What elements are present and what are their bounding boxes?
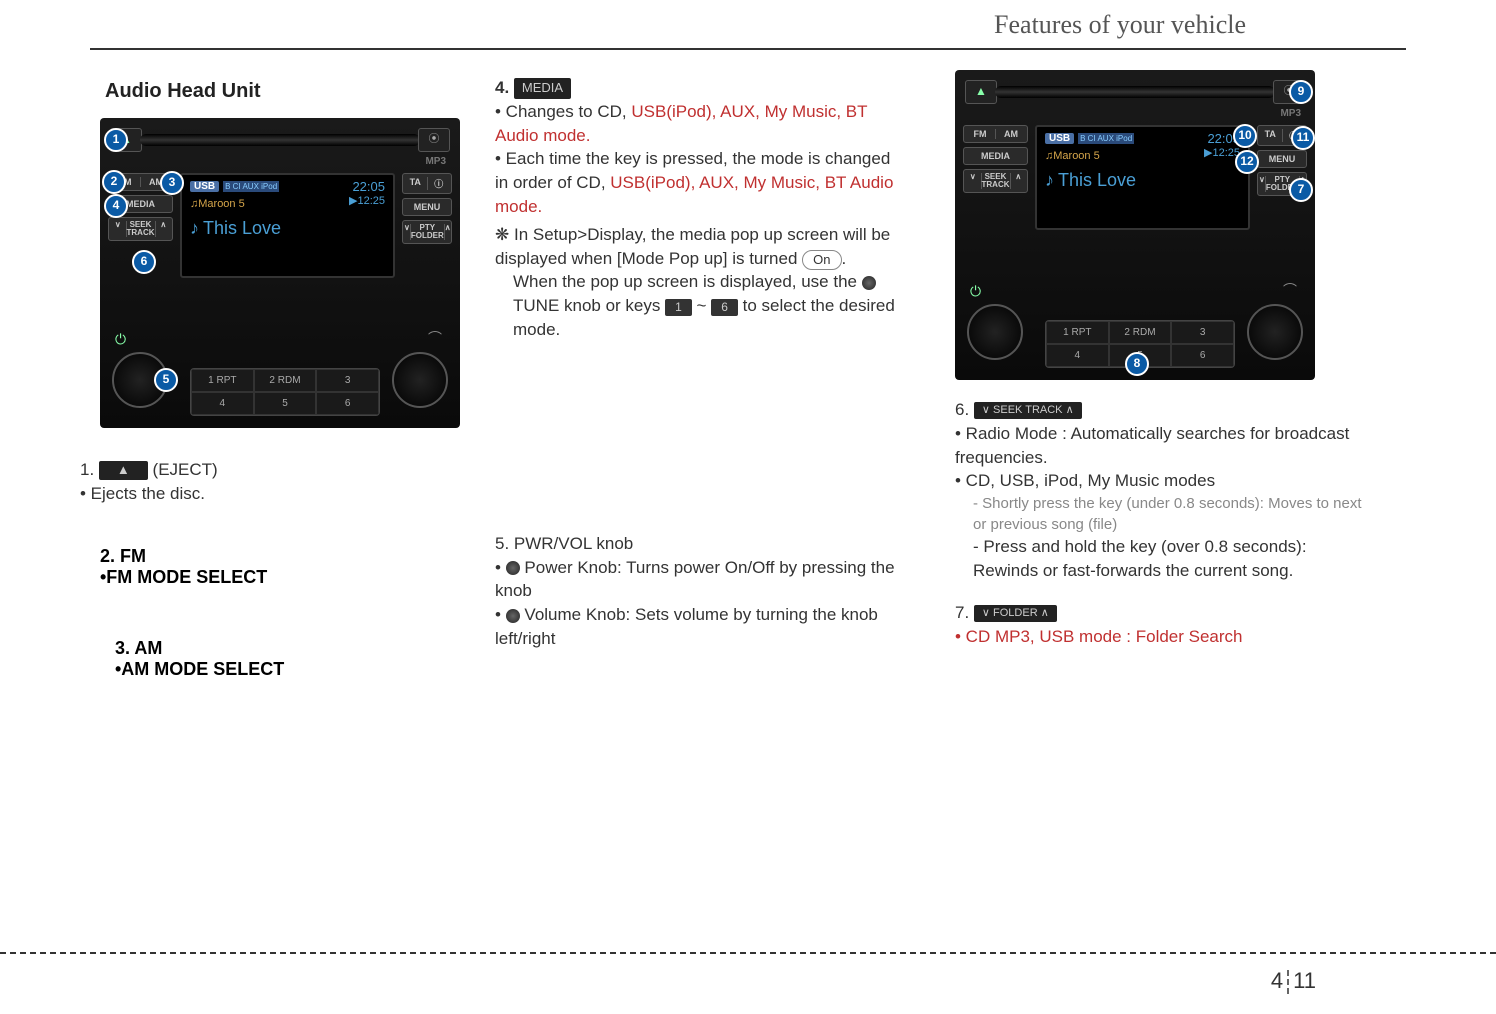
clock: 22:05 — [352, 179, 385, 194]
item3-bullet: •AM MODE SELECT — [115, 659, 445, 680]
item6-b2a: - Shortly press the key (under 0.8 secon… — [955, 493, 1375, 535]
item6-header: 6. ∨ SEEK TRACK ∧ — [955, 398, 1375, 422]
item5-b1: • Power Knob: Turns power On/Off by pres… — [495, 556, 895, 604]
knob-symbol — [862, 276, 876, 290]
knob-symbol-vol — [506, 609, 520, 623]
media-label-box: MEDIA — [514, 78, 571, 98]
header-rule — [90, 48, 1406, 50]
arc-icon-r: ⌒ — [1283, 280, 1297, 300]
callout-5: 5 — [154, 368, 178, 392]
song-title: ♪This Love — [190, 218, 385, 239]
lcd-display: USB B CI AUX iPod 22:05 ♫Maroon 5 ▶12:25… — [180, 173, 395, 278]
item1-bullet: • Ejects the disc. — [80, 482, 445, 506]
fm-am-button-r[interactable]: FMAM — [963, 125, 1028, 143]
item6-b2b: - Press and hold the key (over 0.8 secon… — [955, 535, 1375, 583]
artist-label: ♫Maroon 5 — [190, 198, 245, 210]
item6-b1: • Radio Mode : Automatically searches fo… — [955, 422, 1375, 470]
callout-2: 2 — [102, 170, 126, 194]
item2-num: 2. FM — [100, 546, 445, 567]
item5-b2: • Volume Knob: Sets volume by turning th… — [495, 603, 895, 651]
ta-info-button[interactable]: TAⓘ — [402, 173, 452, 194]
preset-grid: 1 RPT 2 RDM 3 4 5 6 — [190, 368, 380, 416]
callout-4: 4 — [104, 194, 128, 218]
seek-track-button[interactable]: ∨SEEK TRACK∧ — [108, 217, 173, 241]
key6-box: 6 — [711, 299, 738, 316]
item4-header: 4. MEDIA — [495, 76, 895, 100]
key1-box: 1 — [665, 299, 692, 316]
cd-slot-r — [995, 86, 1275, 98]
source-tag: USB — [190, 181, 219, 192]
callout-10: 10 — [1233, 124, 1257, 148]
item6-b2: • CD, USB, iPod, My Music modes — [955, 469, 1375, 493]
arc-icon: ⌒ — [428, 328, 442, 348]
media-button-r[interactable]: MEDIA — [963, 147, 1028, 165]
knob-symbol-pwr — [506, 561, 520, 575]
footer-rule — [0, 952, 1496, 954]
mode-icons: B CI AUX iPod — [223, 181, 279, 192]
callout-11: 11 — [1291, 126, 1315, 150]
eject-label-box: ▲ — [99, 461, 148, 479]
tune-knob-r[interactable] — [1247, 304, 1303, 360]
cd-slot — [140, 134, 420, 146]
callout-3: 3 — [160, 171, 184, 195]
seek-track-label-box: ∨ SEEK TRACK ∧ — [974, 402, 1082, 419]
preset-3[interactable]: 3 — [316, 369, 379, 392]
power-icon-r: ⏻ — [970, 283, 981, 300]
item7-b1: • CD MP3, USB mode : Folder Search — [955, 625, 1375, 649]
folder-label-box: ∨ FOLDER ∧ — [974, 605, 1057, 622]
menu-button-r[interactable]: MENU — [1257, 150, 1307, 168]
preset-4[interactable]: 4 — [191, 392, 254, 415]
menu-button[interactable]: MENU — [402, 198, 452, 216]
section-heading: Audio Head Unit — [105, 80, 445, 103]
cd-button[interactable]: ⦿ — [418, 128, 450, 152]
tune-knob[interactable] — [392, 352, 448, 408]
head-unit-left: ▲ ⦿ MP3 FMAM MEDIA ∨SEEK TRACK∧ TAⓘ MENU — [100, 118, 460, 428]
preset-1[interactable]: 1 RPT — [191, 369, 254, 392]
item5-header: 5. PWR/VOL knob — [495, 532, 895, 556]
item4-b2: • Each time the key is pressed, the mode… — [495, 147, 895, 218]
power-vol-knob-r[interactable] — [967, 304, 1023, 360]
on-oval: On — [802, 250, 841, 270]
page-number: 411 — [1271, 968, 1316, 994]
callout-7: 7 — [1289, 178, 1313, 202]
mp3-label: MP3 — [425, 156, 446, 167]
lcd-display-r: USB B CI AUX iPod 22:05 ♫Maroon 5 ▶12:25… — [1035, 125, 1250, 230]
item4-b4: When the pop up screen is displayed, use… — [495, 270, 895, 341]
mp3-label-r: MP3 — [1280, 108, 1301, 119]
play-time: ▶12:25 — [349, 194, 385, 207]
callout-1: 1 — [104, 128, 128, 152]
callout-6: 6 — [132, 250, 156, 274]
item4-b1: • Changes to CD, USB(iPod), AUX, My Musi… — [495, 100, 895, 148]
preset-2[interactable]: 2 RDM — [254, 369, 317, 392]
callout-12: 12 — [1235, 150, 1259, 174]
seek-track-button-r[interactable]: ∨SEEK TRACK∧ — [963, 169, 1028, 193]
pty-folder-button[interactable]: ∨PTY FOLDER∧ — [402, 220, 452, 244]
preset-6[interactable]: 6 — [316, 392, 379, 415]
head-unit-right: ▲ ⦿ MP3 FMAM MEDIA ∨SEEK TRACK∧ TAⓘ MENU — [955, 70, 1315, 380]
eject-button-r[interactable]: ▲ — [965, 80, 997, 104]
item4-b3: ❋ In Setup>Display, the media pop up scr… — [495, 223, 895, 271]
item7-header: 7. ∨ FOLDER ∧ — [955, 601, 1375, 625]
item2-bullet: •FM MODE SELECT — [100, 567, 445, 588]
page-header: Features of your vehicle — [0, 0, 1496, 40]
item1-line: 1. ▲ (EJECT) — [80, 458, 445, 482]
callout-8: 8 — [1125, 352, 1149, 376]
preset-5[interactable]: 5 — [254, 392, 317, 415]
power-icon: ⏻ — [115, 331, 126, 348]
callout-9: 9 — [1289, 80, 1313, 104]
item3-num: 3. AM — [115, 638, 445, 659]
